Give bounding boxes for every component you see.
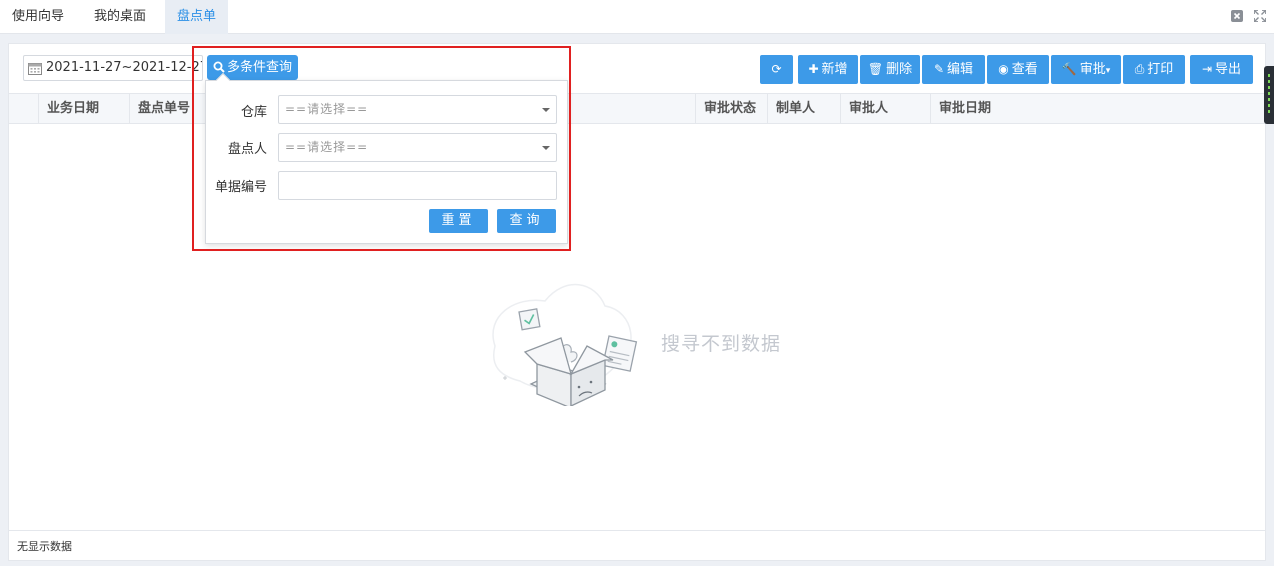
eye-icon: ◉ xyxy=(998,62,1009,76)
empty-box-illustration xyxy=(492,284,638,406)
table-footer: 无显示数据 xyxy=(9,530,1265,560)
tab-inventory-count[interactable]: 盘点单 xyxy=(165,0,229,34)
view-button[interactable]: ◉ 查看 xyxy=(987,55,1049,84)
column-label: 业务日期 xyxy=(47,101,100,116)
tab-guide[interactable]: 使用向导 xyxy=(0,0,76,34)
chevron-down-icon: ▾ xyxy=(1105,66,1111,76)
add-label: 新增 xyxy=(821,62,848,77)
trash-icon: 🗑 xyxy=(867,62,884,76)
export-icon: ⇥ xyxy=(1201,62,1213,76)
tab-label: 使用向导 xyxy=(12,9,65,24)
side-widget-handle[interactable] xyxy=(1264,66,1274,124)
export-button[interactable]: ⇥ 导出 xyxy=(1190,55,1253,84)
column-header-business-date[interactable]: 业务日期 xyxy=(38,94,129,123)
column-header-creator[interactable]: 制单人 xyxy=(767,94,840,123)
gavel-icon: 🔨 xyxy=(1061,62,1077,76)
column-header-approval-status[interactable]: 审批状态 xyxy=(695,94,767,123)
date-range-picker[interactable]: 2021-11-27~2021-12-27 xyxy=(23,55,203,81)
close-tab-icon[interactable] xyxy=(1231,10,1243,22)
highlight-frame xyxy=(192,46,571,251)
edit-button[interactable]: ✎ 编辑 xyxy=(922,55,985,84)
date-range-value: 2021-11-27~2021-12-27 xyxy=(46,60,202,75)
column-label: 盘点单号 xyxy=(138,101,191,116)
column-label: 审批人 xyxy=(849,101,889,116)
add-button[interactable]: ✚ 新增 xyxy=(798,55,858,84)
delete-label: 删除 xyxy=(886,62,913,77)
edit-icon: ✎ xyxy=(933,62,945,76)
column-header-approval-date[interactable]: 审批日期 xyxy=(930,94,1265,123)
column-label: 制单人 xyxy=(776,101,816,116)
fullscreen-icon[interactable] xyxy=(1254,10,1266,22)
calendar-icon xyxy=(28,63,42,75)
tab-label: 我的桌面 xyxy=(94,9,147,24)
delete-button[interactable]: 🗑 删除 xyxy=(860,55,920,84)
column-label: 审批状态 xyxy=(704,101,757,116)
column-label: 审批日期 xyxy=(939,101,992,116)
approve-dropdown-button[interactable]: 🔨 审批▾ xyxy=(1051,55,1121,84)
empty-state-text: 搜寻不到数据 xyxy=(661,333,782,355)
tab-bar: 使用向导 我的桌面 盘点单 xyxy=(0,0,1274,34)
column-header-approver[interactable]: 审批人 xyxy=(840,94,930,123)
plus-icon: ✚ xyxy=(808,62,819,76)
approve-label: 审批 xyxy=(1079,62,1106,77)
tab-my-desktop[interactable]: 我的桌面 xyxy=(82,0,158,34)
export-label: 导出 xyxy=(1215,62,1242,77)
refresh-button[interactable]: ⟳ xyxy=(760,55,793,84)
print-button[interactable]: ⎙ 打印 xyxy=(1123,55,1185,84)
print-icon: ⎙ xyxy=(1134,62,1145,76)
print-label: 打印 xyxy=(1147,62,1174,77)
tab-label: 盘点单 xyxy=(177,9,217,24)
edit-label: 编辑 xyxy=(947,62,974,77)
view-label: 查看 xyxy=(1011,62,1038,77)
refresh-icon: ⟳ xyxy=(771,62,782,76)
column-header-count-no[interactable]: 盘点单号 xyxy=(129,94,199,123)
footer-status: 无显示数据 xyxy=(17,540,72,553)
